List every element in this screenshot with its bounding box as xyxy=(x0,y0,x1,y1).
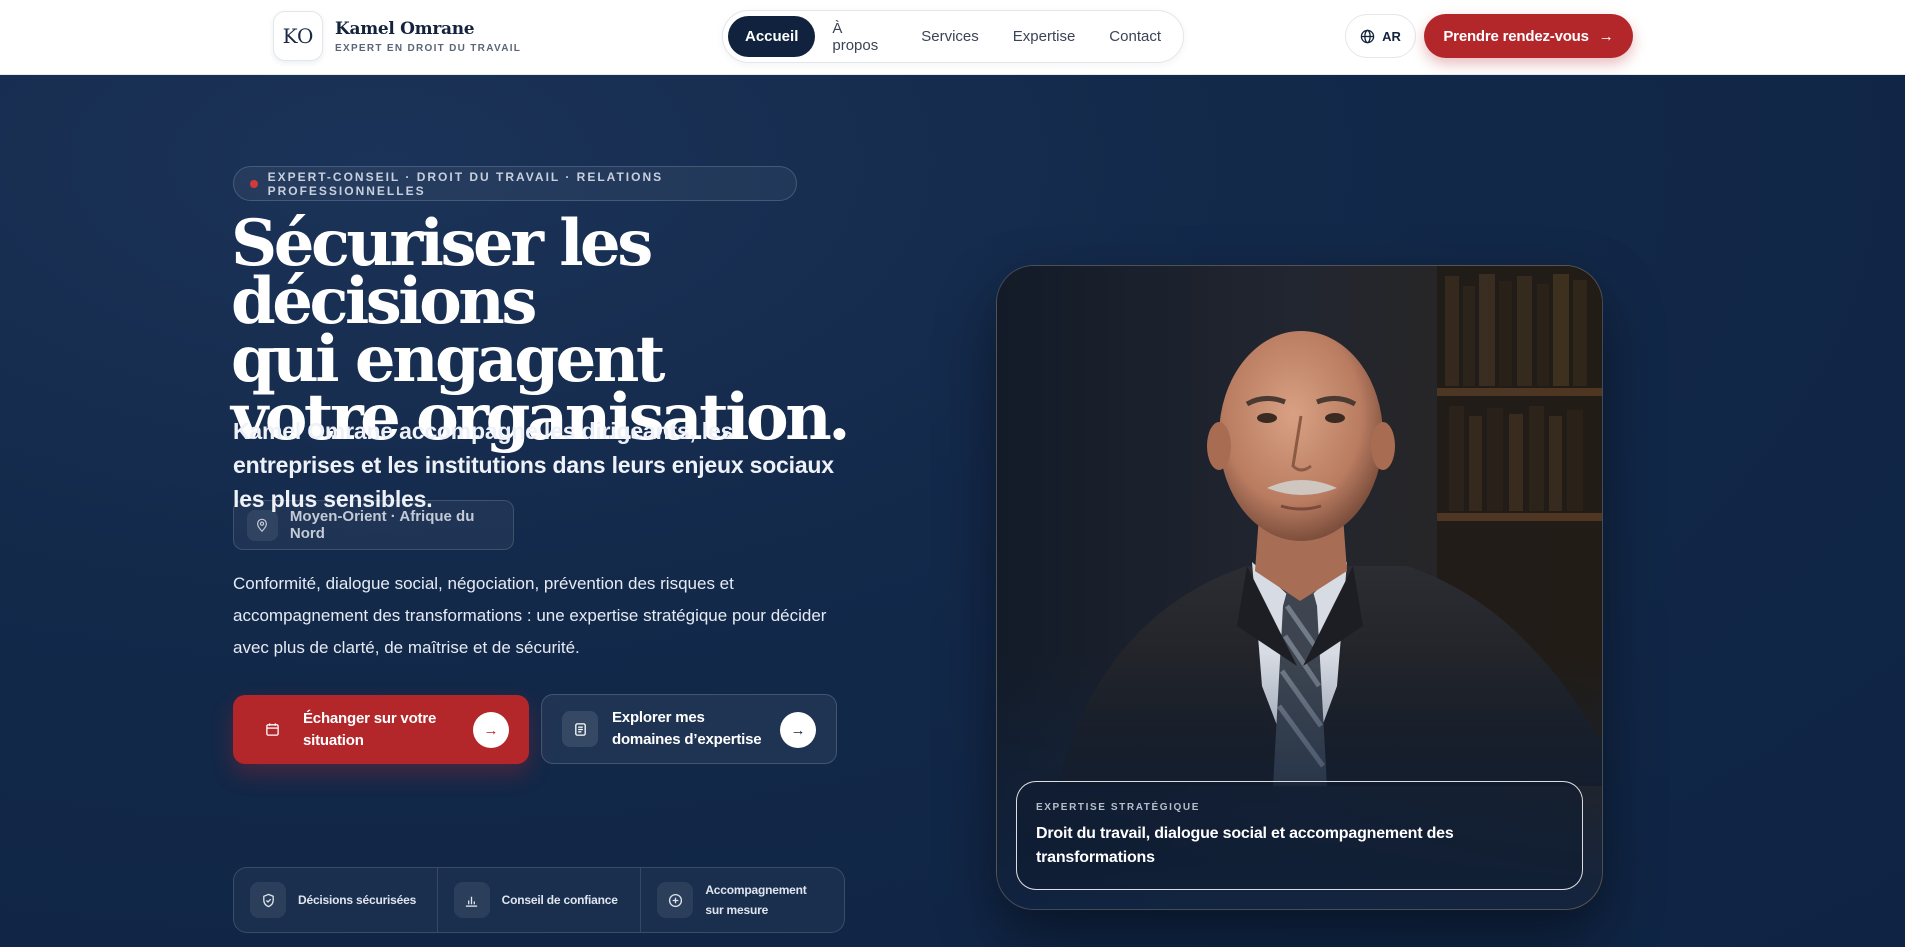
feature-label: Conseil de confiance xyxy=(501,893,618,907)
feature-item: Accompagnement sur mesure xyxy=(641,868,844,932)
feature-item: Décisions sécurisées xyxy=(234,868,438,932)
site-header: KO Kamel Omrane EXPERT EN DROIT DU TRAVA… xyxy=(0,0,1905,75)
portrait-caption: EXPERTISE STRATÉGIQUE Droit du travail, … xyxy=(1016,781,1583,890)
feature-label: Accompagnement sur mesure xyxy=(705,883,807,917)
map-pin-icon xyxy=(257,518,268,532)
book-appointment-label: Prendre rendez-vous xyxy=(1443,27,1589,45)
explore-expertise-label: Explorer mes domaines d’expertise xyxy=(612,709,762,748)
hero-section: EXPERT-CONSEIL · DROIT DU TRAVAIL · RELA… xyxy=(0,75,1905,947)
hero-description: Conformité, dialogue social, négociation… xyxy=(233,574,827,657)
feature-item: Conseil de confiance xyxy=(438,868,642,932)
caption-text: Droit du travail, dialogue social et acc… xyxy=(1036,825,1454,866)
hero-eyebrow-text: EXPERT-CONSEIL · DROIT DU TRAVAIL · RELA… xyxy=(267,169,664,198)
document-icon xyxy=(574,722,586,736)
brand-logo: KO xyxy=(273,11,323,61)
shield-icon xyxy=(262,893,274,907)
hero-title: Sécuriser les décisions qui engagent vot… xyxy=(231,206,851,450)
arrow-right-icon: → xyxy=(780,712,816,748)
brand-logo-text: KO xyxy=(282,24,314,48)
arrow-right-icon: → xyxy=(473,712,509,748)
arrow-right-icon: → xyxy=(1598,27,1614,45)
brand-subtitle: EXPERT EN DROIT DU TRAVAIL xyxy=(335,42,522,54)
nav-item-expertise[interactable]: Expertise xyxy=(996,16,1093,57)
discuss-situation-label: Échanger sur votre situation xyxy=(303,709,437,749)
caption-kicker: EXPERTISE STRATÉGIQUE xyxy=(1036,802,1200,813)
status-dot-icon xyxy=(250,179,258,188)
brand-name: Kamel Omrane xyxy=(335,18,475,39)
plus-circle-icon xyxy=(668,893,682,907)
main-nav: Accueil À propos Services Expertise Cont… xyxy=(722,10,1184,63)
hero-title-line-1: Sécuriser les décisions xyxy=(231,206,653,339)
brand[interactable]: KO Kamel Omrane EXPERT EN DROIT DU TRAVA… xyxy=(273,11,521,61)
portrait-card: EXPERTISE STRATÉGIQUE Droit du travail, … xyxy=(996,265,1603,910)
nav-item-services[interactable]: Services xyxy=(904,16,996,57)
globe-icon xyxy=(1360,29,1375,43)
region-label: Moyen-Orient · Afrique du Nord xyxy=(289,508,475,542)
language-label: AR xyxy=(1382,28,1401,44)
region-badge: Moyen-Orient · Afrique du Nord xyxy=(233,500,514,550)
explore-expertise-button[interactable]: Explorer mes domaines d’expertise → xyxy=(541,694,837,764)
discuss-situation-button[interactable]: Échanger sur votre situation → xyxy=(233,695,529,764)
feature-strip: Décisions sécurisées Conseil de confianc… xyxy=(233,867,845,933)
nav-item-contact[interactable]: Contact xyxy=(1092,16,1178,57)
nav-item-a-propos[interactable]: À propos xyxy=(815,16,904,57)
language-switch-button[interactable]: AR xyxy=(1345,14,1416,58)
bar-chart-icon xyxy=(466,896,478,907)
book-appointment-button[interactable]: Prendre rendez-vous → xyxy=(1424,14,1633,58)
feature-label: Décisions sécurisées xyxy=(298,893,417,907)
nav-item-accueil[interactable]: Accueil xyxy=(728,16,816,57)
hero-eyebrow-badge: EXPERT-CONSEIL · DROIT DU TRAVAIL · RELA… xyxy=(233,166,797,201)
calendar-icon xyxy=(265,723,279,736)
